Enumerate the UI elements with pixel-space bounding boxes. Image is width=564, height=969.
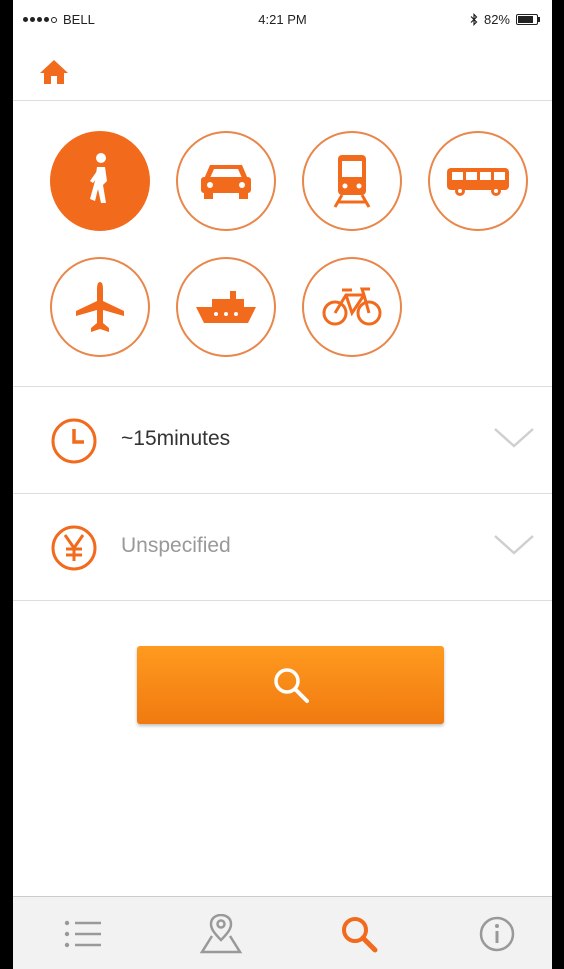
bicycle-mode-button[interactable] <box>302 257 402 357</box>
transport-mode-selector <box>13 101 552 387</box>
home-icon[interactable] <box>38 58 70 86</box>
tab-search[interactable] <box>334 911 384 957</box>
search-icon <box>342 917 378 953</box>
ship-icon <box>196 291 256 323</box>
car-mode-button[interactable] <box>176 131 276 231</box>
battery-percent: 82% <box>483 12 510 27</box>
airplane-icon <box>76 282 124 332</box>
walk-mode-button[interactable] <box>50 131 150 231</box>
ship-mode-button[interactable] <box>176 257 276 357</box>
tab-info[interactable] <box>472 911 522 957</box>
info-icon <box>479 916 515 952</box>
search-button[interactable] <box>137 646 444 724</box>
price-filter-value: Unspecified <box>121 534 231 557</box>
walk-icon <box>90 153 107 203</box>
bicycle-icon <box>322 287 382 326</box>
airplane-mode-button[interactable] <box>50 257 150 357</box>
battery-icon <box>516 14 540 25</box>
tab-bar <box>13 896 552 969</box>
time-filter-row[interactable]: ~15minutes <box>13 387 552 494</box>
app-screen: BELL 4:21 PM 82% ~15minutes Unspecified <box>13 0 552 969</box>
tab-map[interactable] <box>196 911 246 957</box>
bluetooth-icon <box>470 13 478 26</box>
price-filter-row[interactable]: Unspecified <box>13 494 552 601</box>
map-pin-icon <box>199 914 243 954</box>
header <box>13 34 552 101</box>
status-bar: BELL 4:21 PM 82% <box>13 0 552 34</box>
chevron-down-icon <box>494 535 534 555</box>
list-icon <box>64 920 101 948</box>
yen-icon <box>51 525 97 571</box>
train-mode-button[interactable] <box>302 131 402 231</box>
bus-icon <box>447 168 509 196</box>
chevron-down-icon <box>494 428 534 448</box>
search-icon <box>273 668 309 703</box>
time-filter-value: ~15minutes <box>121 427 231 450</box>
tab-list[interactable] <box>58 911 108 957</box>
train-icon <box>333 155 371 208</box>
car-icon <box>201 165 251 199</box>
bus-mode-button[interactable] <box>428 131 528 231</box>
clock-icon <box>51 418 97 464</box>
status-right: 82% <box>470 12 540 27</box>
